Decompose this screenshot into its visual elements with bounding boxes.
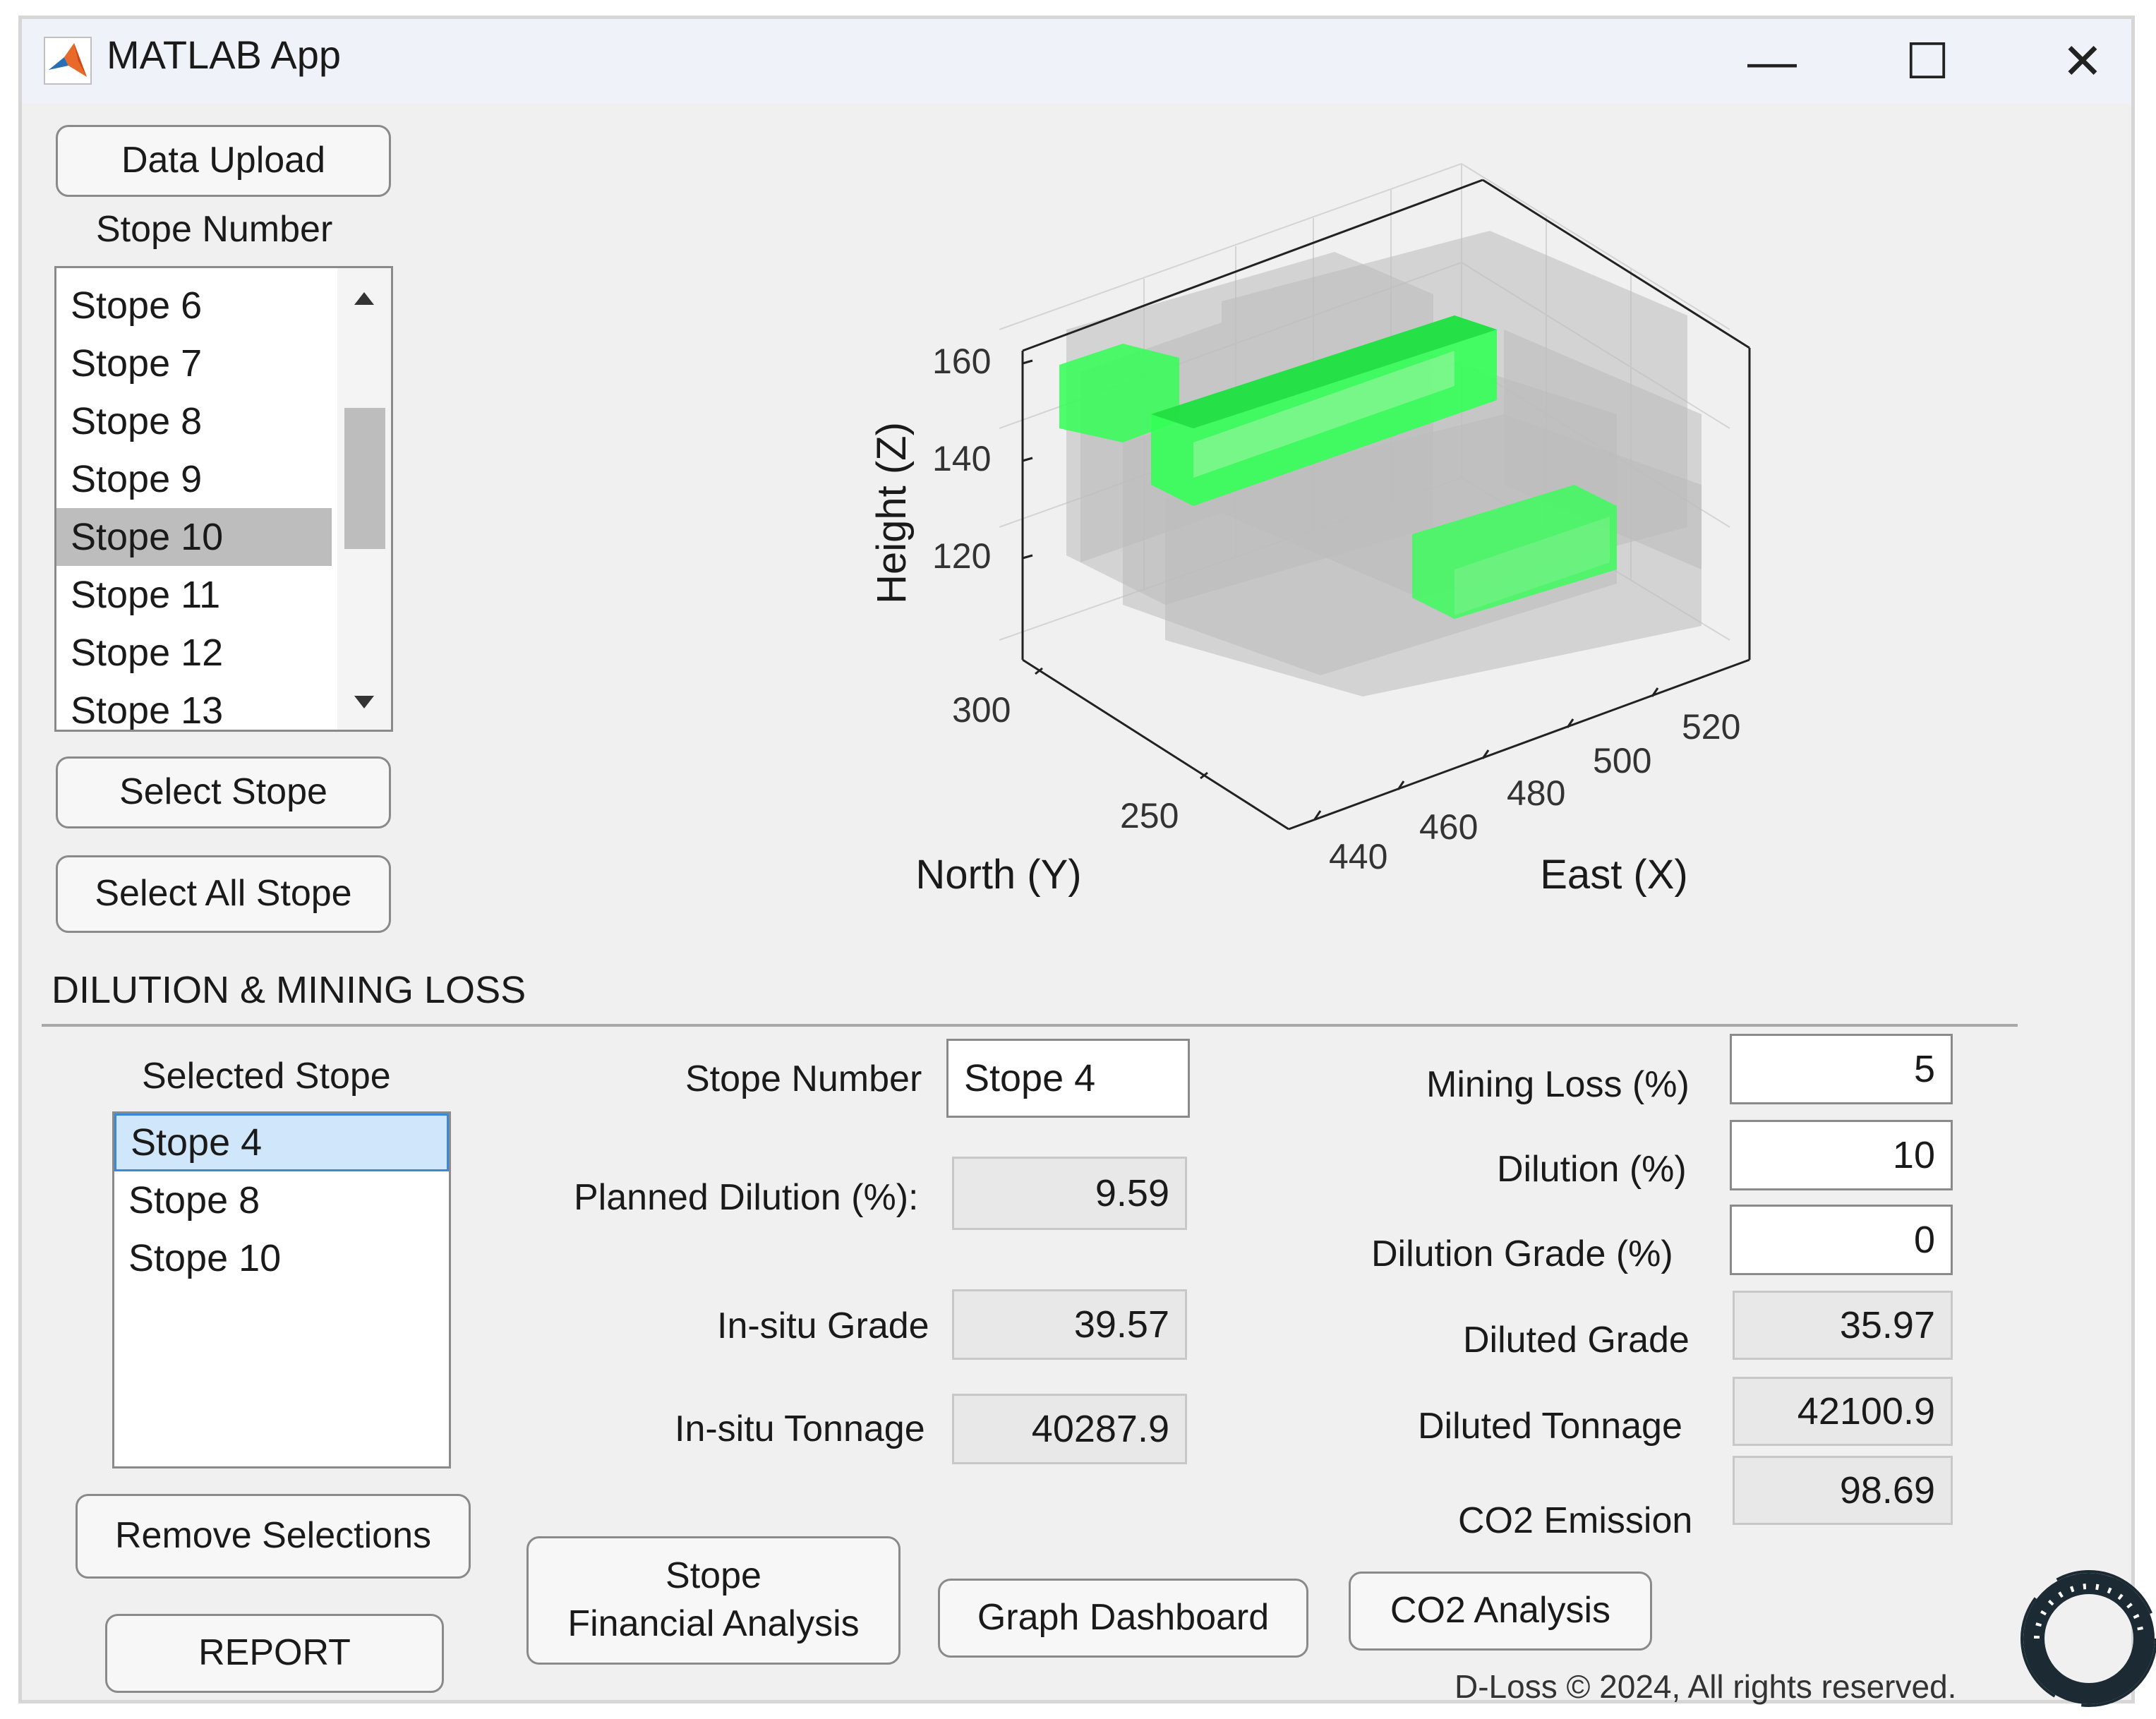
stope-list-items: Stope 6 Stope 7 Stope 8 Stope 9 Stope 10…: [56, 277, 332, 730]
stope-list-item[interactable]: Stope 7: [56, 334, 332, 392]
z-tick-label: 120: [932, 536, 991, 576]
y-tick-label: 250: [1120, 796, 1179, 836]
stope-3d-plot[interactable]: 160 140 120 300 250 440 460 480 500 520 …: [798, 146, 1800, 908]
title-bar: MATLAB App — ☐ ✕: [22, 19, 2131, 104]
stope-list-item[interactable]: Stope 11: [56, 566, 332, 624]
window-title: MATLAB App: [107, 32, 342, 77]
insitu-grade-value: 39.57: [952, 1289, 1187, 1360]
section-divider: [42, 1024, 2018, 1027]
data-upload-button[interactable]: Data Upload: [56, 125, 391, 197]
planned-dilution-value: 9.59: [952, 1157, 1187, 1230]
y-axis-label: North (Y): [915, 852, 1081, 898]
graph-dashboard-button[interactable]: Graph Dashboard: [938, 1579, 1308, 1658]
stope-financial-analysis-line2: Financial Analysis: [567, 1603, 860, 1644]
z-axis-label: Height (Z): [869, 422, 915, 604]
mining-loss-label: Mining Loss (%): [1426, 1064, 1690, 1105]
app-window: MATLAB App — ☐ ✕ Data Upload Stope Numbe…: [18, 16, 2135, 1705]
mining-loss-field[interactable]: 5: [1730, 1034, 1953, 1104]
diluted-grade-value: 35.97: [1733, 1291, 1953, 1360]
co2-emission-value: 98.69: [1733, 1456, 1953, 1525]
stope-financial-analysis-line1: Stope: [666, 1555, 761, 1597]
matlab-logo-icon: [44, 37, 92, 85]
selected-stope-item-active[interactable]: Stope 4: [114, 1114, 449, 1171]
dilution-grade-field[interactable]: 0: [1730, 1205, 1953, 1275]
minimize-button[interactable]: —: [1737, 26, 1807, 97]
stope-list-item[interactable]: Stope 13: [56, 682, 332, 730]
maximize-button[interactable]: ☐: [1892, 26, 1963, 97]
selected-stope-item[interactable]: Stope 8: [114, 1171, 449, 1229]
scroll-up-icon[interactable]: [354, 292, 374, 305]
diluted-grade-label: Diluted Grade: [1463, 1320, 1690, 1361]
planned-dilution-label: Planned Dilution (%):: [574, 1177, 919, 1218]
selected-stope-listbox[interactable]: Stope 4 Stope 8 Stope 10: [112, 1111, 451, 1468]
stope-financial-analysis-button[interactable]: Stope Financial Analysis: [526, 1536, 901, 1665]
select-stope-button[interactable]: Select Stope: [56, 756, 391, 828]
insitu-tonnage-value: 40287.9: [952, 1394, 1187, 1464]
insitu-grade-label: In-situ Grade: [717, 1305, 929, 1346]
dilution-grade-label: Dilution Grade (%): [1371, 1234, 1673, 1274]
z-tick-label: 160: [932, 342, 991, 381]
stope-number-field[interactable]: Stope 4: [946, 1039, 1190, 1118]
stope-number-label: Stope Number: [685, 1058, 922, 1099]
x-tick-label: 520: [1682, 707, 1740, 747]
x-tick-label: 500: [1593, 741, 1651, 780]
x-axis-label: East (X): [1540, 852, 1688, 898]
z-tick-label: 140: [932, 439, 991, 478]
close-button[interactable]: ✕: [2047, 26, 2118, 97]
app-logo-icon: [2021, 1570, 2156, 1707]
scroll-down-icon[interactable]: [354, 696, 374, 708]
diluted-tonnage-value: 42100.9: [1733, 1377, 1953, 1446]
x-tick-label: 480: [1507, 773, 1565, 813]
stope-number-list-label: Stope Number: [96, 209, 333, 250]
insitu-tonnage-label: In-situ Tonnage: [675, 1409, 925, 1449]
report-button[interactable]: REPORT: [105, 1614, 444, 1693]
stope-listbox[interactable]: Stope 6 Stope 7 Stope 8 Stope 9 Stope 10…: [54, 266, 393, 732]
co2-emission-label: CO2 Emission: [1458, 1500, 1693, 1541]
stope-list-item[interactable]: Stope 12: [56, 624, 332, 682]
remove-selections-button[interactable]: Remove Selections: [76, 1494, 471, 1579]
co2-analysis-button[interactable]: CO2 Analysis: [1349, 1572, 1652, 1651]
stope-list-item[interactable]: Stope 6: [56, 277, 332, 334]
stope-list-item[interactable]: Stope 8: [56, 392, 332, 450]
selected-stope-label: Selected Stope: [142, 1056, 391, 1097]
copyright-text: D-Loss © 2024, All rights reserved.: [1455, 1668, 1957, 1705]
select-all-stope-button[interactable]: Select All Stope: [56, 855, 391, 933]
stope-list-item-selected[interactable]: Stope 10: [56, 508, 332, 566]
scroll-thumb[interactable]: [344, 408, 385, 549]
x-tick-label: 460: [1419, 807, 1478, 847]
selected-stope-item[interactable]: Stope 10: [114, 1229, 449, 1287]
x-tick-label: 440: [1329, 837, 1387, 876]
listbox-scrollbar[interactable]: [337, 268, 391, 730]
dilution-label: Dilution (%): [1497, 1149, 1687, 1190]
diluted-tonnage-label: Diluted Tonnage: [1418, 1406, 1682, 1447]
y-tick-label: 300: [952, 690, 1011, 730]
dilution-field[interactable]: 10: [1730, 1120, 1953, 1190]
section-title: DILUTION & MINING LOSS: [52, 969, 526, 1011]
stope-list-item[interactable]: Stope 9: [56, 450, 332, 508]
